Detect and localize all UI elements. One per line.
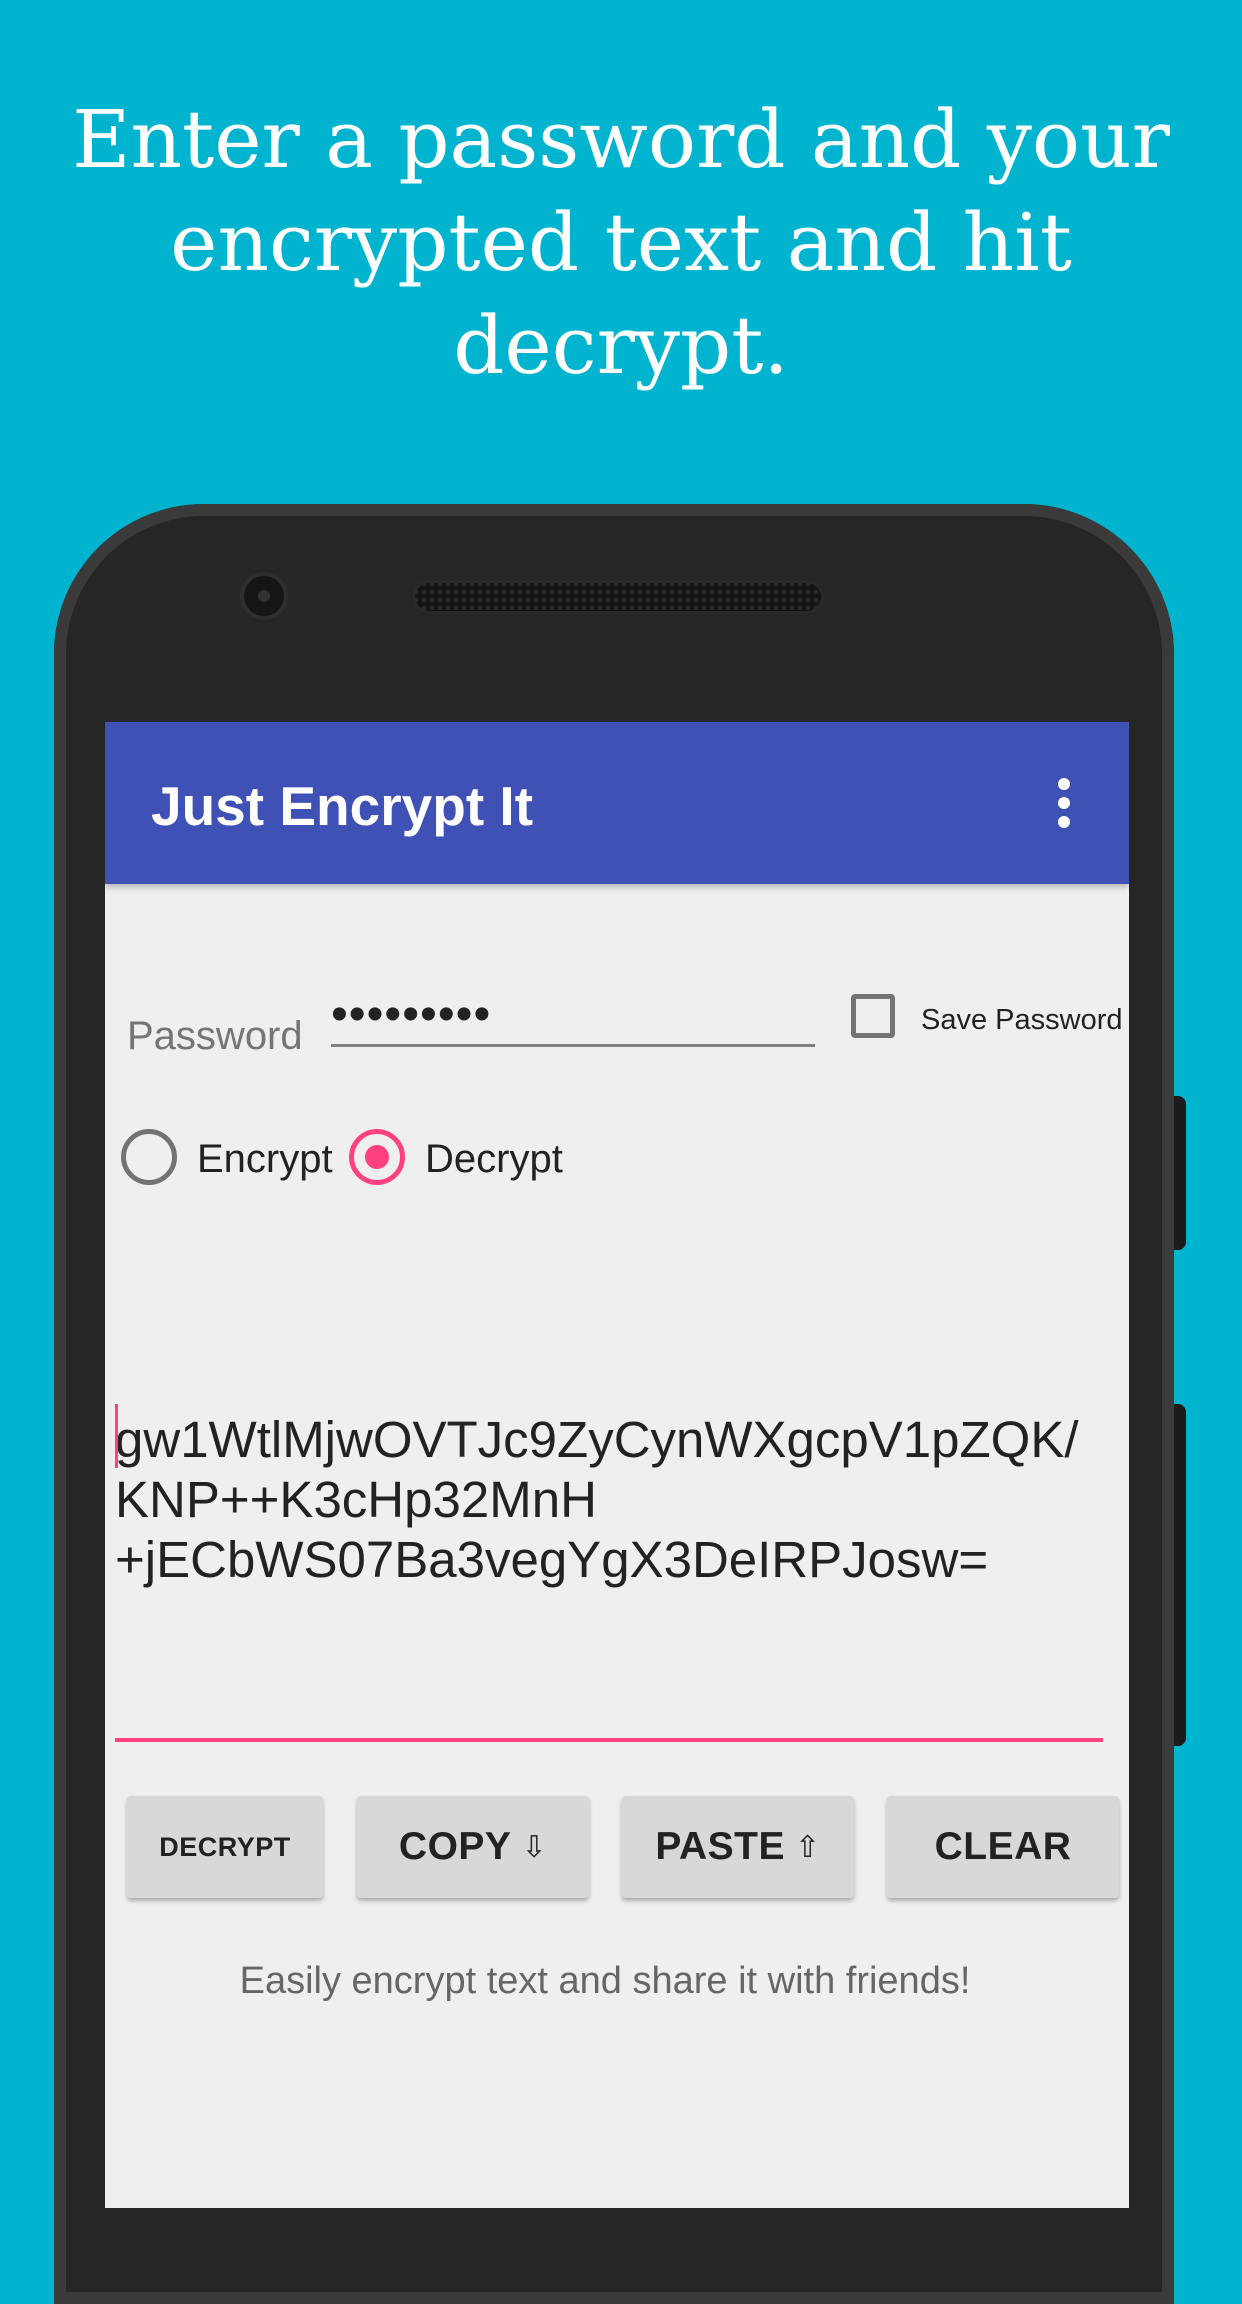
decrypt-button-label: DECRYPT bbox=[159, 1831, 291, 1862]
phone-volume-button bbox=[1174, 1404, 1186, 1746]
encrypt-radio-label[interactable]: Encrypt bbox=[197, 1136, 333, 1182]
password-label: Password bbox=[127, 1014, 303, 1058]
copy-button-label: COPY bbox=[398, 1825, 512, 1868]
save-password-label[interactable]: Save Password bbox=[921, 1002, 1123, 1038]
cipher-text-line-2: KNP++K3cHp32MnH bbox=[115, 1471, 597, 1528]
clear-button[interactable]: CLEAR bbox=[887, 1796, 1119, 1898]
encrypt-radio[interactable] bbox=[121, 1129, 177, 1185]
cipher-text-underline bbox=[115, 1738, 1103, 1742]
tagline: Easily encrypt text and share it with fr… bbox=[239, 1960, 971, 2002]
text-cursor bbox=[115, 1404, 118, 1468]
decrypt-radio-label[interactable]: Decrypt bbox=[425, 1136, 563, 1182]
password-field[interactable] bbox=[331, 984, 815, 1047]
app-title: Just Encrypt It bbox=[151, 775, 534, 837]
decrypt-radio[interactable] bbox=[349, 1129, 405, 1185]
headline: Enter a password and your encrypted text… bbox=[0, 88, 1242, 397]
headline-line-3: decrypt. bbox=[453, 299, 789, 392]
arrow-down-icon: ⇩ bbox=[521, 1830, 548, 1864]
copy-button[interactable]: COPY ⇩ bbox=[357, 1796, 589, 1898]
save-password-checkbox[interactable] bbox=[851, 994, 895, 1038]
paste-button[interactable]: PASTE ⇧ bbox=[622, 1796, 854, 1898]
arrow-up-icon: ⇧ bbox=[795, 1830, 821, 1864]
phone-power-button bbox=[1174, 1096, 1186, 1250]
cipher-text-field[interactable]: gw1WtlMjwOVTJc9ZyCynWXgcpV1pZQK/ KNP++K3… bbox=[115, 1410, 1115, 1590]
clear-button-label: CLEAR bbox=[934, 1825, 1072, 1868]
earpiece-speaker bbox=[412, 580, 824, 614]
overflow-menu-icon[interactable] bbox=[1057, 778, 1071, 828]
paste-button-label: PASTE bbox=[655, 1825, 785, 1868]
headline-line-2: encrypted text and hit bbox=[170, 196, 1072, 289]
cipher-text-line-3: +jECbWS07Ba3vegYgX3DeIRPJosw= bbox=[115, 1531, 989, 1588]
headline-line-1: Enter a password and your bbox=[72, 93, 1170, 186]
app-screen: Just Encrypt It Password Save Password E… bbox=[105, 722, 1129, 2208]
decrypt-button[interactable]: DECRYPT bbox=[127, 1796, 323, 1898]
front-camera bbox=[244, 576, 284, 616]
cipher-text-line-1: gw1WtlMjwOVTJc9ZyCynWXgcpV1pZQK/ bbox=[115, 1411, 1079, 1468]
app-bar: Just Encrypt It bbox=[105, 722, 1129, 884]
